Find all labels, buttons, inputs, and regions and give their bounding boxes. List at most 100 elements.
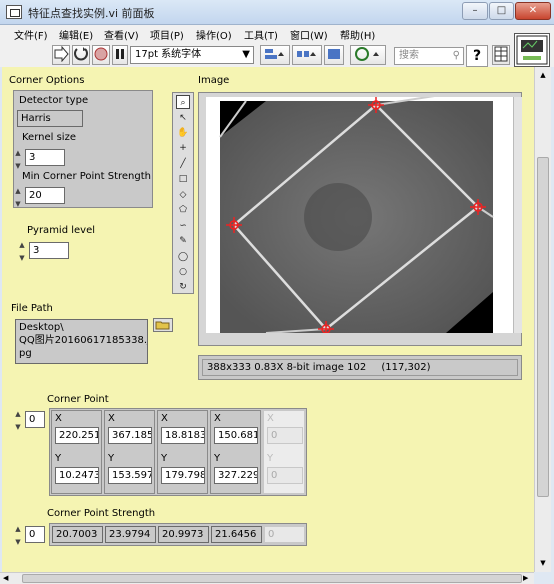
image-coords: (117,302) (381, 362, 431, 373)
pause-icon[interactable] (112, 45, 128, 65)
close-button[interactable]: ✕ (515, 2, 551, 20)
broken-line-tool-icon[interactable]: ↻ (176, 280, 190, 294)
kernel-size-stepper[interactable]: ▲ ▼ (13, 147, 23, 173)
abort-icon[interactable] (92, 45, 110, 65)
connector-pane-icon[interactable] (492, 45, 510, 65)
corner-strength-0[interactable]: 20.7003 (52, 526, 103, 543)
corner-point-cell-3: X 150.681 Y 327.229 (210, 410, 261, 494)
distribute-objects-icon[interactable] (292, 45, 322, 65)
font-select[interactable]: 17pt 系统字体 ▼ (130, 46, 254, 64)
search-input[interactable]: 搜索 ⚲ (394, 47, 464, 65)
corner-point-index[interactable]: 0 (25, 411, 45, 428)
selection-tool-icon[interactable]: ↖ (176, 111, 190, 125)
image-info: 388x333 0.83X 8-bit image 102 (207, 362, 367, 373)
min-strength-input[interactable]: 20 (25, 187, 65, 204)
y-label: Y (267, 453, 274, 464)
x-label: X (267, 413, 274, 424)
corner-strength-index[interactable]: 0 (25, 526, 45, 543)
panel-vertical-scrollbar[interactable]: ▲ ▼ (534, 67, 551, 572)
rotated-rectangle-tool-icon[interactable]: ◇ (176, 188, 190, 202)
front-panel: Corner Options Detector type Harris Kern… (2, 67, 534, 572)
file-path-line-2: QQ图片20160617185338.j (19, 335, 148, 346)
oval-tool-icon[interactable]: ○ (176, 265, 190, 279)
font-select-value: 17pt 系统字体 (135, 49, 202, 60)
polygon-tool-icon[interactable]: ⬠ (176, 203, 190, 217)
kernel-size-input[interactable]: 3 (25, 149, 65, 166)
corner-strength-label: Corner Point Strength (47, 508, 156, 519)
corner-x-1[interactable]: 367.185 (108, 427, 152, 444)
file-path-line-3: pg (19, 348, 32, 359)
corner-strength-3[interactable]: 21.6456 (211, 526, 262, 543)
reorder-icon[interactable] (350, 45, 386, 65)
scroll-right-icon[interactable]: ▶ (523, 573, 533, 584)
minimize-button[interactable]: – (462, 2, 488, 20)
corner-x-2[interactable]: 18.8183 (161, 427, 205, 444)
vi-window-icon (6, 5, 22, 19)
min-strength-label: Min Corner Point Strength (22, 171, 152, 182)
maximize-button[interactable]: □ (489, 2, 514, 20)
file-path-input[interactable]: Desktop\ QQ图片20160617185338.j pg (15, 319, 148, 364)
corner-point-cell-2: X 18.8183 Y 179.798 (157, 410, 208, 494)
rectangle-tool-icon[interactable]: □ (176, 172, 190, 186)
pyramid-level-input[interactable]: 3 (29, 242, 69, 259)
corner-y-3[interactable]: 327.229 (214, 467, 258, 484)
pyramid-level-stepper[interactable]: ▲ ▼ (17, 239, 27, 265)
corner-x-0[interactable]: 220.251 (55, 427, 99, 444)
image-render (219, 86, 494, 334)
corner-point-index-stepper[interactable]: ▲ ▼ (13, 408, 23, 434)
resize-objects-icon[interactable] (324, 45, 344, 65)
corner-options-title: Corner Options (9, 75, 85, 86)
free-region-tool-icon[interactable]: ✎ (176, 234, 190, 248)
panel-horizontal-scrollbar[interactable]: ◀ ▶ (0, 572, 534, 584)
scroll-left-icon[interactable]: ◀ (3, 573, 13, 584)
menu-edit[interactable]: 编辑(E) (59, 27, 93, 42)
image-vscroll[interactable] (513, 97, 522, 333)
image-canvas[interactable] (206, 86, 513, 334)
vi-icon[interactable] (514, 33, 550, 67)
y-label: Y (214, 453, 221, 464)
detector-type-ring[interactable]: Harris (17, 110, 83, 127)
corner-x-3[interactable]: 150.681 (214, 427, 258, 444)
menu-file[interactable]: 文件(F) (14, 27, 48, 42)
title-bar: 特征点查找实例.vi 前面板 – □ ✕ (0, 0, 554, 25)
toolbar: 17pt 系统字体 ▼ 搜索 ⚲ ? (0, 43, 554, 67)
menu-project[interactable]: 项目(P) (150, 27, 184, 42)
image-tools-palette: ⌕ ↖ ✋ + ╱ □ ◇ ⬠ ∽ ✎ ◯ ○ ↻ (172, 92, 194, 294)
corner-y-1[interactable]: 153.597 (108, 467, 152, 484)
corner-point-cell-empty: X 0 Y 0 (263, 410, 305, 494)
context-help-button[interactable]: ? (466, 45, 488, 67)
corner-strength-1[interactable]: 23.9794 (105, 526, 156, 543)
corner-point-cell-0: X 220.251 Y 10.2473 (51, 410, 102, 494)
scroll-down-icon[interactable]: ▼ (537, 557, 549, 569)
menu-help[interactable]: 帮助(H) (340, 27, 375, 42)
scroll-up-icon[interactable]: ▲ (537, 69, 549, 81)
corner-point-cell-1: X 367.185 Y 153.597 (104, 410, 155, 494)
annulus-tool-icon[interactable]: ◯ (176, 250, 190, 264)
corner-y-2[interactable]: 179.798 (161, 467, 205, 484)
menu-tools[interactable]: 工具(T) (244, 27, 278, 42)
horizontal-scroll-thumb[interactable] (22, 574, 522, 583)
corner-x-empty: 0 (267, 427, 303, 444)
point-tool-icon[interactable]: + (176, 141, 190, 155)
run-continuously-icon[interactable] (72, 45, 90, 65)
vertical-scroll-thumb[interactable] (537, 157, 549, 497)
freehand-tool-icon[interactable]: ∽ (176, 219, 190, 233)
min-strength-stepper[interactable]: ▲ ▼ (13, 185, 23, 211)
browse-folder-icon[interactable] (153, 318, 173, 332)
align-objects-icon[interactable] (260, 45, 290, 65)
y-label: Y (55, 453, 62, 464)
line-tool-icon[interactable]: ╱ (176, 157, 190, 171)
corner-strength-empty: 0 (264, 526, 305, 543)
corner-strength-index-stepper[interactable]: ▲ ▼ (13, 523, 23, 549)
pan-tool-icon[interactable]: ✋ (176, 126, 190, 140)
run-arrow-icon[interactable] (52, 45, 70, 65)
corner-y-empty: 0 (267, 467, 303, 484)
corner-strength-2[interactable]: 20.9973 (158, 526, 209, 543)
menu-window[interactable]: 窗口(W) (290, 27, 328, 42)
corner-y-0[interactable]: 10.2473 (55, 467, 99, 484)
menu-operate[interactable]: 操作(O) (196, 27, 232, 42)
x-label: X (55, 413, 62, 424)
zoom-tool-icon[interactable]: ⌕ (176, 95, 190, 109)
menu-view[interactable]: 查看(V) (104, 27, 139, 42)
x-label: X (108, 413, 115, 424)
